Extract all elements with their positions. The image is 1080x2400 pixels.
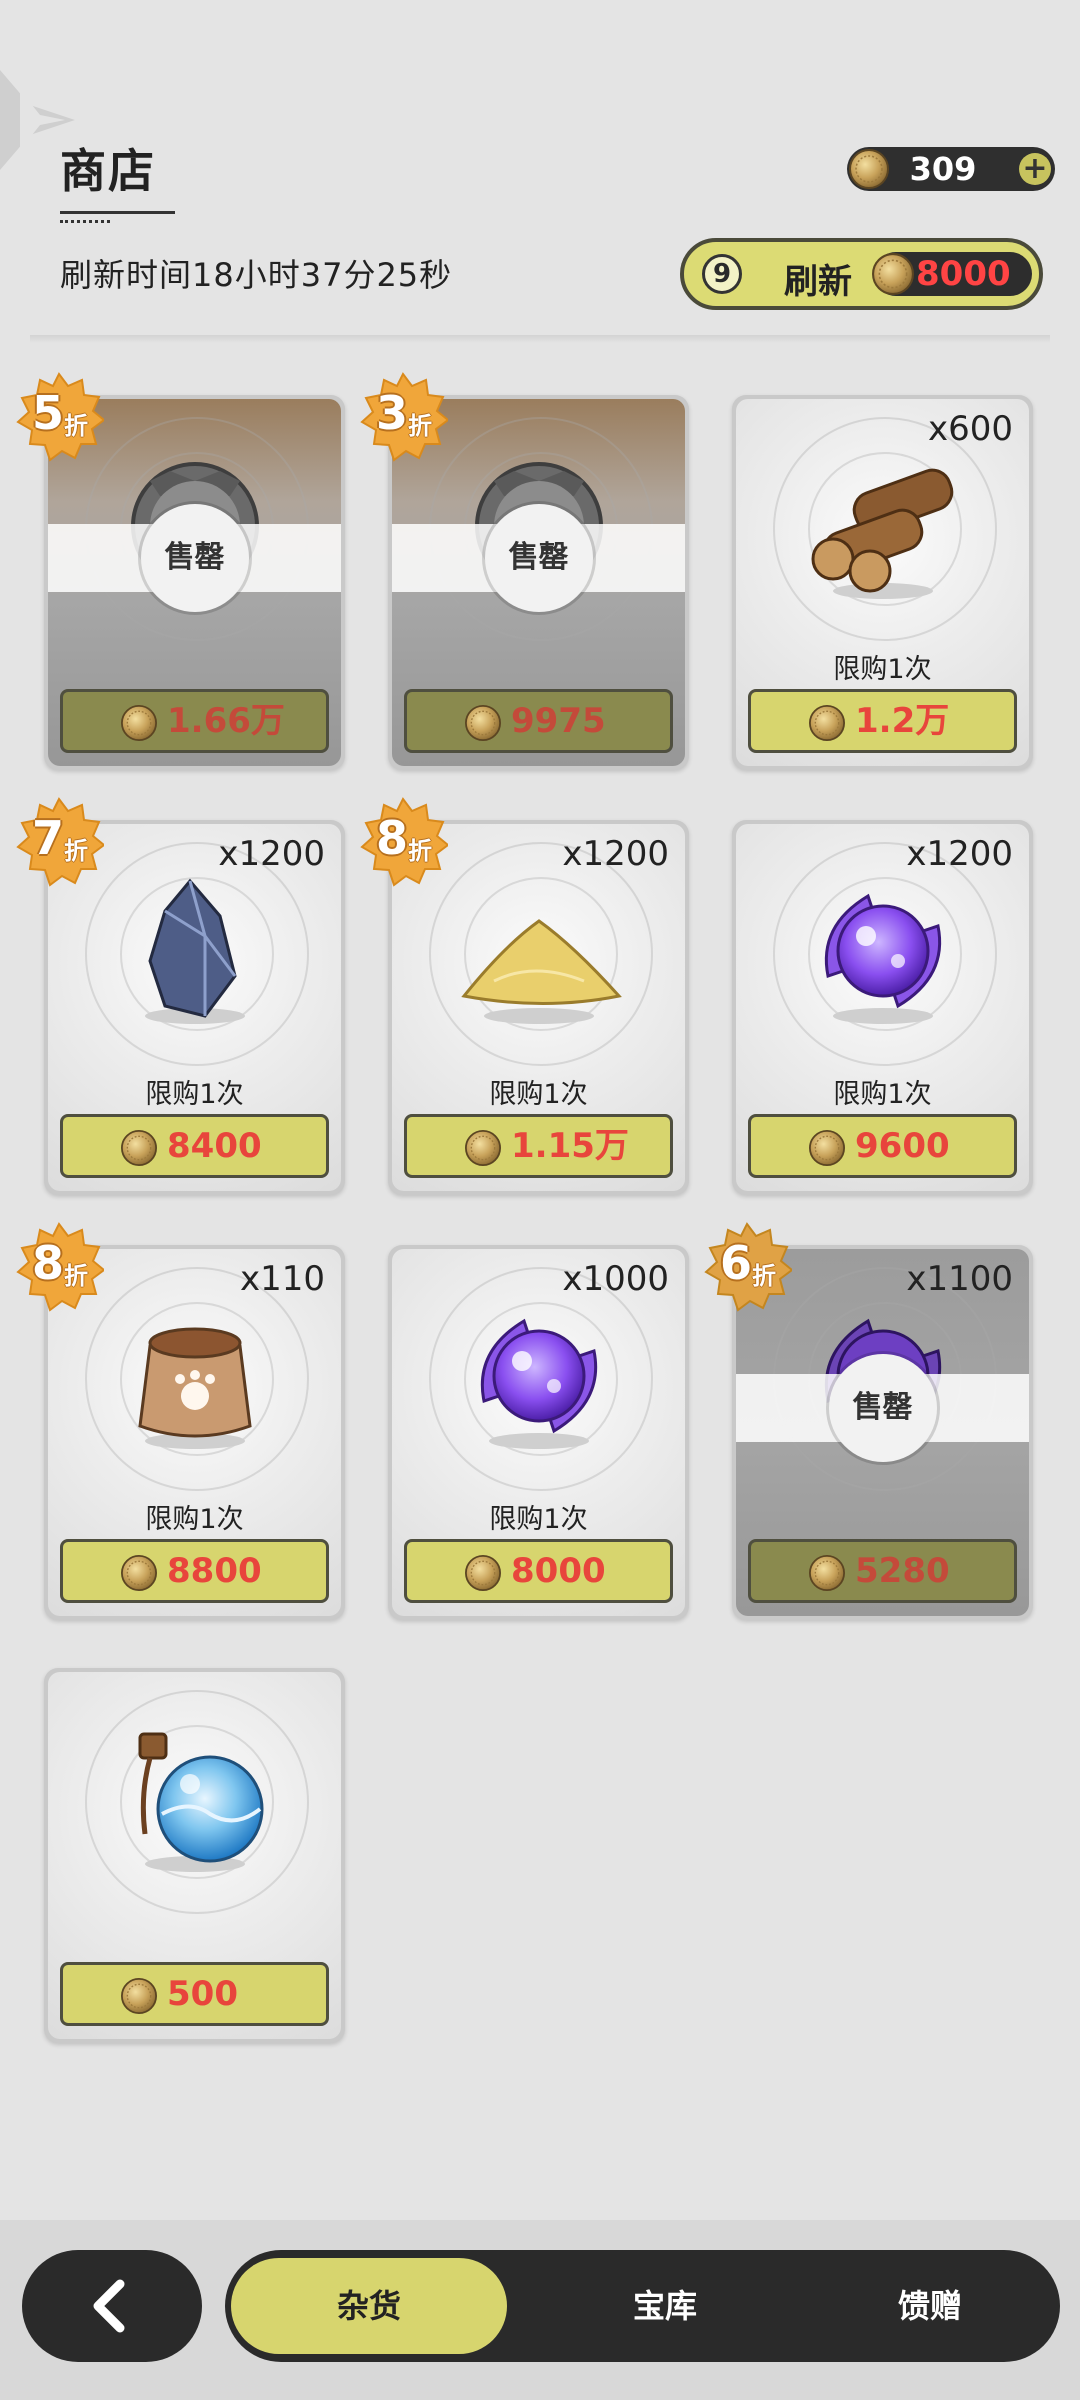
discount-value: 6 <box>720 1236 753 1290</box>
coin-icon <box>465 705 501 741</box>
currency-amount: 309 <box>909 150 977 188</box>
price-button[interactable]: 1.2万 <box>748 689 1017 753</box>
price-button[interactable]: 9600 <box>748 1114 1017 1178</box>
coin-icon <box>465 1555 501 1591</box>
discount-unit: 折 <box>64 1262 88 1290</box>
discount-value: 8 <box>32 1236 65 1290</box>
purple-orb-icon <box>824 893 941 1024</box>
refresh-button[interactable]: 9 刷新 8000 <box>680 238 1043 310</box>
purchase-limit: 限购1次 <box>489 1504 588 1535</box>
coin-icon <box>809 1555 845 1591</box>
price-button[interactable]: 8400 <box>60 1114 329 1178</box>
discount-badge: 5 折 <box>14 372 104 462</box>
discount-badge: 7 折 <box>14 797 104 887</box>
discount-badge: 8 折 <box>358 797 448 887</box>
item-price: 8400 <box>167 1126 262 1166</box>
item-price: 1.2万 <box>855 701 950 741</box>
price-button[interactable]: 500 <box>60 1962 329 2026</box>
discount-unit: 折 <box>408 837 432 865</box>
crystal-ore-icon <box>144 878 245 1024</box>
shop-item-card[interactable]: x600 限购1次 1.2万 <box>732 395 1033 770</box>
purchase-limit: 限购1次 <box>145 1504 244 1535</box>
shop-item-card[interactable]: x1200 限购1次 9600 <box>732 820 1033 1195</box>
discount-unit: 折 <box>64 837 88 865</box>
item-price: 1.15万 <box>511 1126 629 1166</box>
shop-item-card[interactable]: x1000 限购1次 8000 <box>388 1245 689 1620</box>
refresh-label: 刷新 <box>784 262 852 302</box>
coin-icon <box>465 1130 501 1166</box>
item-price: 9600 <box>855 1126 950 1166</box>
purchase-limit: 限购1次 <box>833 1079 932 1110</box>
discount-unit: 折 <box>752 1262 776 1290</box>
tab-groceries[interactable]: 杂货 <box>231 2258 507 2354</box>
currency-balance: 309 + <box>847 147 1055 191</box>
coin-icon <box>121 1978 157 2014</box>
sand-pile-icon <box>460 919 622 1024</box>
purple-orb-icon <box>480 1318 597 1449</box>
discount-badge: 8 折 <box>14 1222 104 1312</box>
discount-unit: 折 <box>408 412 432 440</box>
wood-logs-icon <box>811 468 953 599</box>
price-button[interactable]: 1.66万 <box>60 689 329 753</box>
divider <box>30 335 1050 343</box>
price-button[interactable]: 8800 <box>60 1539 329 1603</box>
back-button[interactable] <box>22 2250 202 2362</box>
refresh-timer: 刷新时间18小时37分25秒 <box>60 256 453 294</box>
discount-badge: 6 折 <box>702 1222 792 1312</box>
item-price: 5280 <box>855 1551 950 1591</box>
coin-icon <box>121 705 157 741</box>
page-title: 商店 <box>60 144 156 198</box>
price-button[interactable]: 9975 <box>404 689 673 753</box>
refresh-cost-value: 8000 <box>916 254 1011 294</box>
price-button[interactable]: 5280 <box>748 1539 1017 1603</box>
coin-icon <box>872 253 914 295</box>
sold-out-label: 售罄 <box>828 1354 937 1462</box>
refresh-cost: 8000 <box>874 252 1032 296</box>
discount-unit: 折 <box>64 412 88 440</box>
back-arrow-icon <box>93 2279 125 2333</box>
price-button[interactable]: 1.15万 <box>404 1114 673 1178</box>
purchase-limit: 限购1次 <box>489 1079 588 1110</box>
tab-gifts[interactable]: 馈赠 <box>810 2258 1050 2354</box>
coin-icon <box>121 1555 157 1591</box>
refresh-count-badge: 9 <box>702 254 742 294</box>
sold-out-label: 售罄 <box>140 504 249 612</box>
coin-icon <box>849 149 889 189</box>
add-currency-button[interactable]: + <box>1019 153 1051 185</box>
coin-icon <box>809 705 845 741</box>
item-price: 500 <box>167 1974 238 2014</box>
purchase-limit: 限购1次 <box>145 1079 244 1110</box>
discount-value: 3 <box>376 386 409 440</box>
item-price: 8000 <box>511 1551 606 1591</box>
title-underline <box>60 211 175 214</box>
shop-item-card[interactable]: 500 <box>44 1668 345 2043</box>
sold-out-label: 售罄 <box>484 504 593 612</box>
tab-treasury[interactable]: 宝库 <box>545 2258 785 2354</box>
page-title-block: 商店 <box>60 135 175 223</box>
discount-value: 5 <box>32 386 65 440</box>
item-price: 1.66万 <box>167 701 285 741</box>
title-dots <box>60 220 110 223</box>
discount-badge: 3 折 <box>358 372 448 462</box>
purchase-limit: 限购1次 <box>833 654 932 685</box>
item-price: 9975 <box>511 701 606 741</box>
coin-icon <box>121 1130 157 1166</box>
food-sack-icon <box>137 1327 252 1449</box>
tab-bar: 杂货 宝库 馈赠 <box>225 2250 1060 2362</box>
discount-value: 8 <box>376 811 409 865</box>
price-button[interactable]: 8000 <box>404 1539 673 1603</box>
item-price: 8800 <box>167 1551 262 1591</box>
water-flask-icon <box>138 1732 263 1872</box>
discount-value: 7 <box>32 811 65 865</box>
coin-icon <box>809 1130 845 1166</box>
